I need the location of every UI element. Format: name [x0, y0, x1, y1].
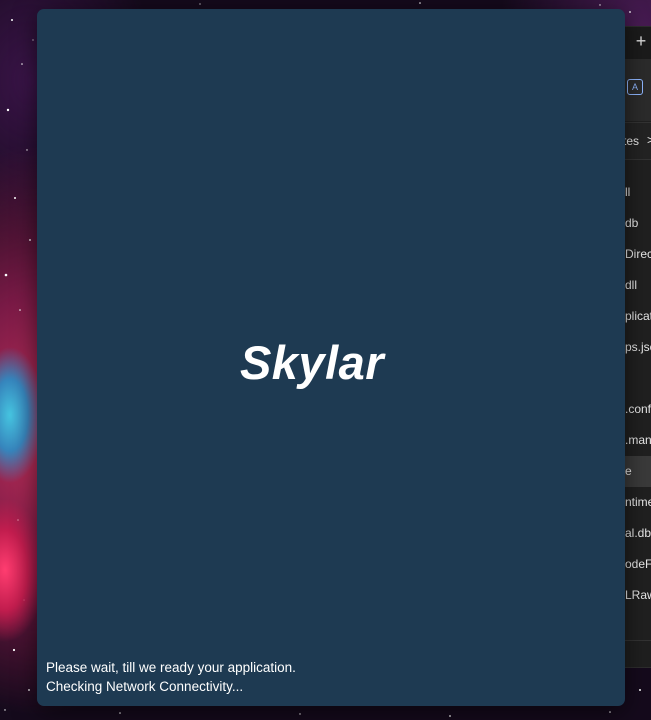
translate-icon[interactable]: A [627, 79, 643, 95]
app-logo: Skylar [239, 336, 385, 389]
new-tab-button[interactable]: + [629, 31, 651, 52]
breadcrumb-segment[interactable]: tes [623, 134, 639, 148]
splash-screen: Skylar Please wait, till we ready your a… [37, 9, 625, 706]
chevron-right-icon[interactable]: > [647, 133, 651, 147]
status-message: Please wait, till we ready your applicat… [46, 660, 296, 675]
status-text-block: Please wait, till we ready your applicat… [46, 658, 296, 696]
status-progress-message: Checking Network Connectivity... [46, 679, 244, 694]
